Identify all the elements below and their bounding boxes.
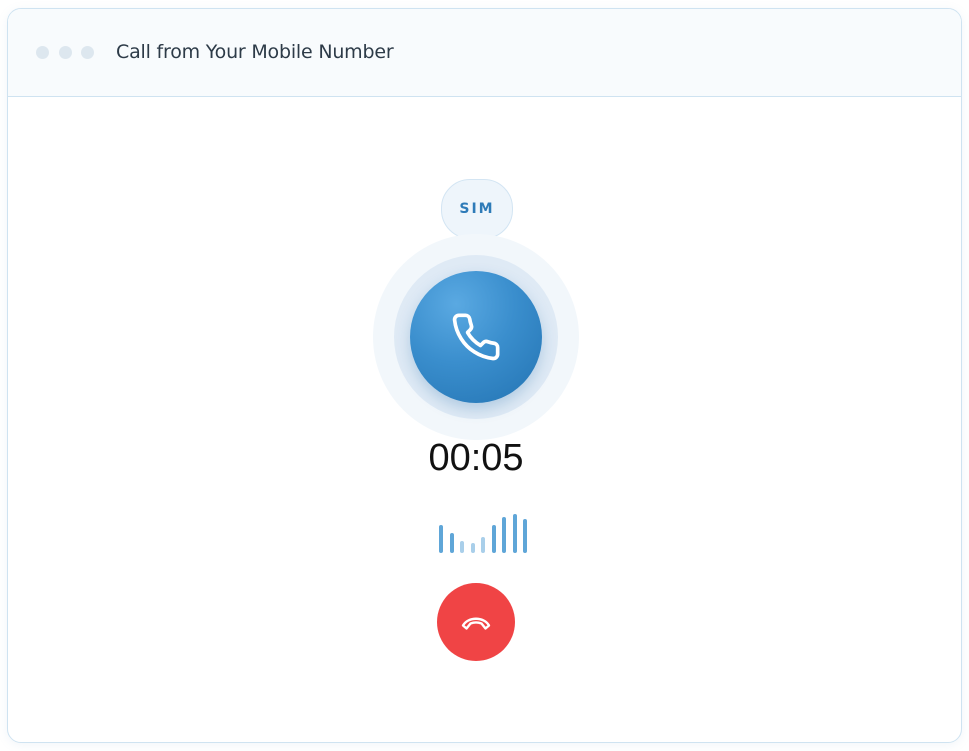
audio-level-bar bbox=[502, 517, 506, 553]
phone-icon bbox=[452, 313, 500, 361]
audio-level-bar bbox=[481, 537, 485, 553]
title-bar: Call from Your Mobile Number bbox=[8, 9, 961, 97]
sim-badge: SIM bbox=[441, 179, 513, 239]
audio-level-bar bbox=[449, 533, 454, 553]
audio-level-bar bbox=[439, 525, 443, 553]
window-dot-1 bbox=[36, 46, 49, 59]
hang-up-button[interactable] bbox=[437, 583, 515, 661]
window-dot-3 bbox=[81, 46, 94, 59]
call-timer: 00:05 bbox=[428, 437, 524, 479]
audio-level-bar bbox=[491, 525, 496, 553]
window-dot-2 bbox=[59, 46, 72, 59]
call-button[interactable] bbox=[410, 271, 542, 403]
window-title: Call from Your Mobile Number bbox=[116, 41, 394, 63]
phone-hangup-icon bbox=[461, 617, 491, 630]
audio-level-bar bbox=[512, 514, 517, 553]
audio-level-bar bbox=[470, 543, 475, 553]
audio-level-bar bbox=[460, 541, 464, 553]
audio-waveform bbox=[429, 513, 529, 553]
audio-level-bar bbox=[523, 519, 527, 553]
